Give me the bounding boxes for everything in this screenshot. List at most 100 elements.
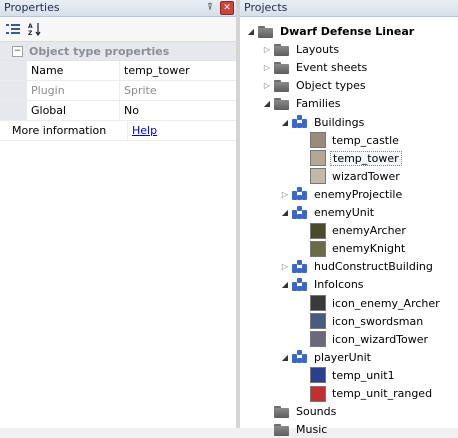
tree-family-buildings[interactable]: ◢ Buildings (280, 114, 366, 131)
collapse-arrow-icon[interactable]: ◢ (280, 353, 290, 362)
tree-object-temp-unit-ranged[interactable]: temp_unit_ranged (298, 385, 434, 402)
family-icon (292, 187, 308, 201)
property-row-global[interactable]: Global No (0, 101, 236, 121)
tree-object-temp-castle[interactable]: temp_castle (298, 132, 401, 149)
category-label: Object type properties (29, 44, 170, 58)
tree-item-label: temp_unit_ranged (332, 387, 433, 400)
sprite-thumbnail-icon (310, 367, 326, 384)
projects-panel: Projects ◢ Dwarf Defense Linear ▷ Layouts ▷ E… (240, 0, 458, 436)
property-value-name[interactable]: temp_tower (120, 61, 236, 80)
folder-icon (274, 405, 290, 418)
project-icon (258, 25, 274, 38)
family-icon (292, 259, 308, 274)
tree-object-enemyknight[interactable]: enemyKnight (298, 240, 407, 257)
properties-title-bar: Properties ⍒ ✕ (0, 0, 236, 17)
collapse-arrow-icon[interactable]: ◢ (280, 208, 290, 217)
tree-item-label: InfoIcons (314, 278, 364, 292)
sprite-thumbnail-icon (310, 295, 326, 311)
tree-object-icon-swordsman[interactable]: icon_swordsman (298, 313, 425, 330)
collapse-arrow-icon[interactable]: ◢ (262, 99, 272, 108)
properties-title: Properties (4, 1, 60, 14)
tree-family-hudconstructbuilding[interactable]: ▷ hudConstructBuilding (280, 258, 435, 275)
categorized-view-icon[interactable] (4, 20, 22, 38)
tree-object-temp-unit1[interactable]: temp_unit1 (298, 367, 397, 384)
collapse-arrow-icon[interactable]: ◢ (246, 27, 256, 36)
tree-item-label: enemyUnit (314, 206, 375, 219)
tree-object-temp-tower[interactable]: temp_tower (298, 150, 402, 167)
category-object-type-properties[interactable]: − Object type properties (0, 42, 236, 61)
tree-item-label: icon_wizardTower (332, 332, 429, 346)
svg-text:Z: Z (28, 30, 33, 36)
expand-arrow-icon[interactable]: ▷ (280, 190, 290, 199)
tree-object-icon-wizardtower[interactable]: icon_wizardTower (298, 331, 430, 348)
folder-icon (274, 43, 290, 56)
tree-item-label: Sounds (296, 405, 337, 419)
folder-icon (274, 61, 290, 74)
tree-item-label: icon_enemy_Archer (332, 296, 440, 310)
family-icon (292, 277, 308, 292)
property-key: Name (27, 61, 120, 80)
tree-object-wizardtower[interactable]: wizardTower (298, 168, 402, 185)
collapse-arrow-icon[interactable]: ◢ (280, 118, 290, 127)
tree-folder-sounds[interactable]: Sounds (262, 403, 338, 420)
folder-icon (274, 79, 290, 92)
tree-folder-object-types[interactable]: ▷ Object types (262, 77, 368, 94)
tree-item-label: enemyProjectile (314, 187, 403, 201)
sprite-thumbnail-icon (310, 331, 326, 348)
tree-item-label: hudConstructBuilding (314, 260, 433, 274)
sprite-thumbnail-icon (310, 313, 326, 330)
expand-arrow-icon[interactable]: ▷ (262, 45, 272, 54)
tree-item-label: Event sheets (296, 61, 368, 75)
tree-item-label: Music (296, 423, 328, 437)
svg-text:A: A (28, 23, 33, 30)
tree-root-project[interactable]: ◢ Dwarf Defense Linear (246, 23, 416, 40)
expand-arrow-icon[interactable]: ▷ (262, 63, 272, 72)
tree-object-icon-enemy-archer[interactable]: icon_enemy_Archer (298, 295, 442, 312)
sprite-thumbnail-icon (310, 168, 326, 185)
alphabetical-sort-icon[interactable]: AZ (26, 20, 44, 38)
tree-folder-event-sheets[interactable]: ▷ Event sheets (262, 59, 369, 76)
expand-arrow-icon[interactable]: ▷ (262, 81, 272, 90)
tree-item-label: Buildings (314, 115, 365, 129)
tree-family-playerunit[interactable]: ◢ playerUnit (280, 349, 373, 366)
tree-object-enemyarcher[interactable]: enemyArcher (298, 222, 408, 239)
collapse-icon[interactable]: − (12, 45, 23, 57)
tree-folder-layouts[interactable]: ▷ Layouts (262, 41, 341, 58)
expand-arrow-icon[interactable]: ▷ (280, 262, 290, 271)
tree-item-label: playerUnit (314, 350, 371, 364)
projects-title-bar: Projects (240, 0, 458, 17)
property-key: Global (27, 101, 120, 120)
tree-item-label: Families (296, 97, 341, 111)
tree-item-label: temp_castle (332, 133, 399, 147)
property-key: More information (0, 121, 128, 140)
tree-family-infoicons[interactable]: ◢ InfoIcons (280, 276, 366, 293)
tree-item-label: wizardTower (332, 169, 400, 183)
properties-panel: Properties ⍒ ✕ AZ − Object type properti… (0, 0, 237, 428)
sprite-thumbnail-icon (310, 222, 326, 239)
folder-icon (274, 423, 290, 436)
tree-item-label: Dwarf Defense Linear (280, 25, 415, 38)
tree-family-enemyunit[interactable]: ◢ enemyUnit (280, 204, 376, 221)
tree-folder-families[interactable]: ◢ Families (262, 95, 342, 112)
family-icon (292, 115, 308, 129)
family-icon (292, 205, 308, 220)
property-row-plugin: Plugin Sprite (0, 81, 236, 101)
tree-item-label: temp_tower (330, 150, 402, 166)
pin-icon[interactable]: ⍒ (204, 1, 216, 14)
projects-title: Projects (244, 1, 288, 14)
collapse-arrow-icon[interactable]: ◢ (280, 280, 290, 289)
tree-item-label: temp_unit1 (332, 368, 395, 382)
tree-family-enemyprojectile[interactable]: ▷ enemyProjectile (280, 186, 404, 203)
close-icon[interactable]: ✕ (220, 1, 234, 15)
tree-folder-music[interactable]: Music (262, 421, 329, 438)
property-value-plugin: Sprite (124, 84, 157, 97)
help-link[interactable]: Help (132, 124, 157, 137)
property-row-name[interactable]: Name temp_tower (0, 61, 236, 81)
property-value-global[interactable]: No (120, 101, 236, 120)
property-row-more-information: More information Help (0, 121, 236, 141)
sprite-thumbnail-icon (310, 132, 326, 149)
sprite-thumbnail-icon (310, 240, 326, 257)
sprite-thumbnail-icon (310, 150, 326, 167)
family-icon (292, 350, 308, 364)
tree-item-label: Layouts (296, 43, 340, 57)
